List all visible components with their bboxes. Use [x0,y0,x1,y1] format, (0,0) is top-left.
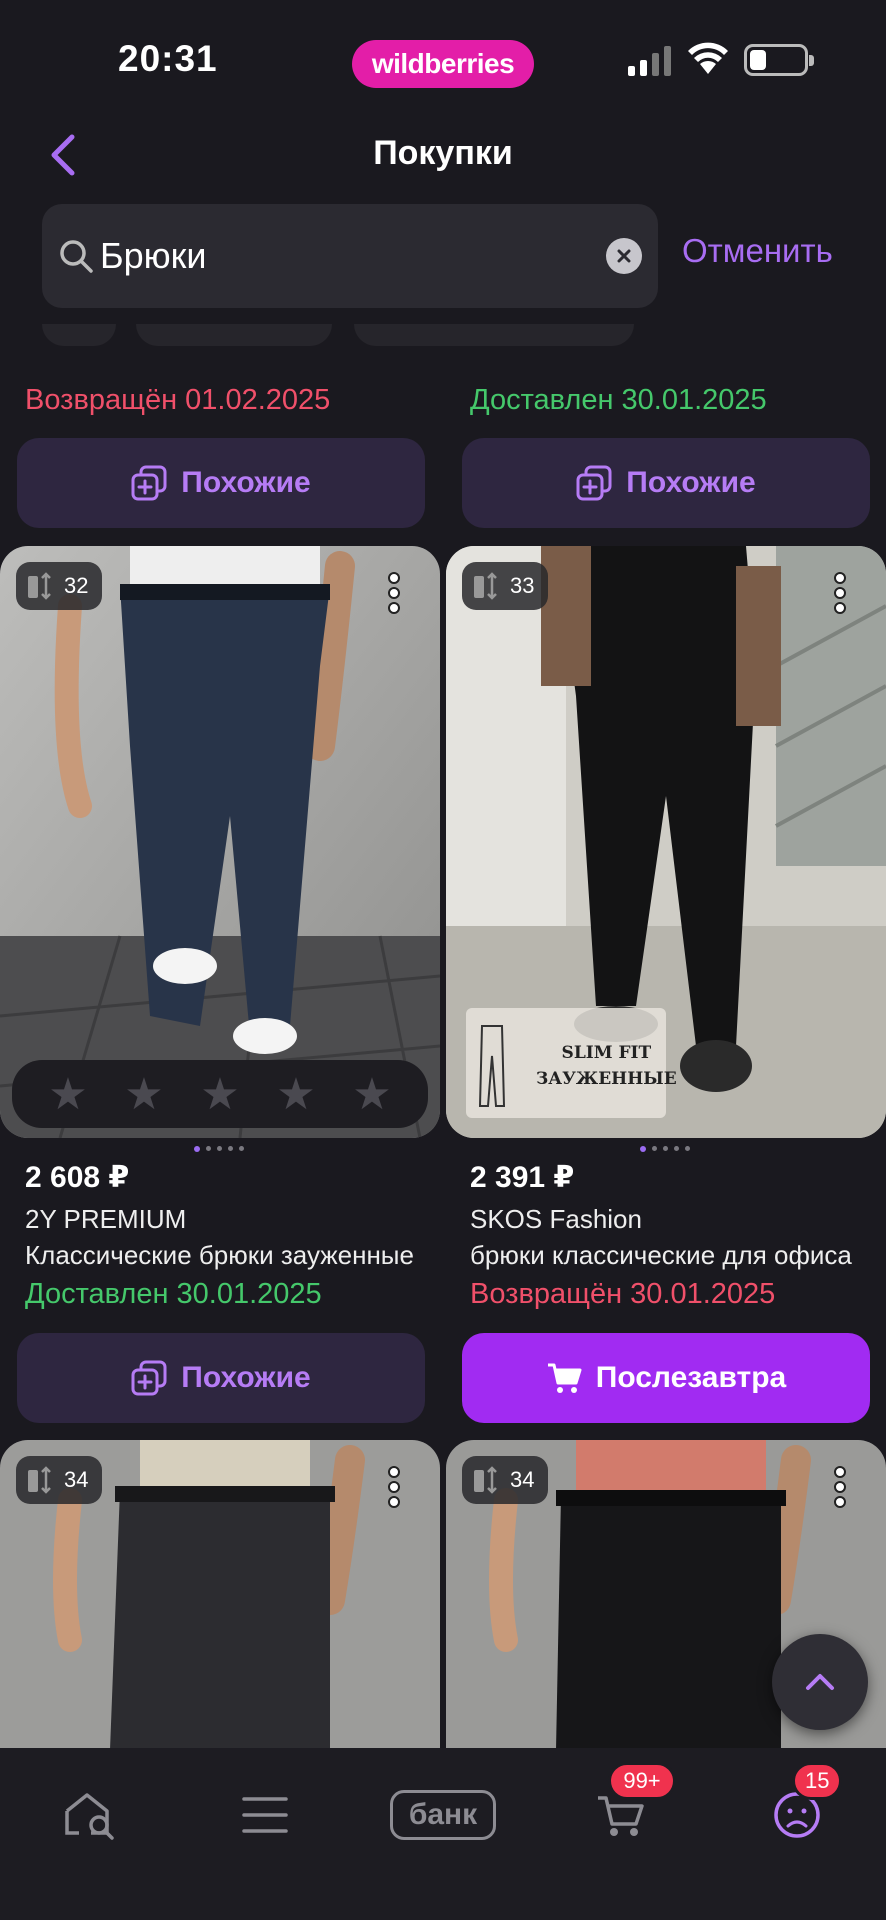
wifi-icon [688,42,728,74]
battery-icon [744,44,814,76]
star-icon[interactable]: ★ [48,1069,87,1120]
size-badge: 34 [16,1456,103,1504]
photo-pager [194,1146,254,1152]
filter-chip[interactable] [42,324,116,346]
size-icon [28,1466,51,1494]
product-price: 2 608 ₽ [25,1161,130,1194]
similar-icon [576,465,612,501]
clear-search-button[interactable] [606,238,642,274]
size-badge: 33 [462,562,549,610]
product-brand: 2Y PREMIUM [25,1204,187,1234]
add-to-cart-button[interactable]: Послезавтра [462,1333,870,1423]
nav-bank[interactable]: банк [388,1770,498,1860]
bottom-navigation: банк 99+ 15 [0,1748,886,1920]
photo-caption: SLIM FIT ЗАУЖЕННЫЕ [536,1043,677,1089]
search-bar[interactable] [42,204,658,308]
star-icon[interactable]: ★ [124,1069,163,1120]
clock: 20:31 [118,38,218,79]
search-input[interactable] [100,228,580,284]
star-icon[interactable]: ★ [200,1069,239,1120]
bank-icon: банк [390,1790,496,1840]
product-card[interactable]: 32 ★ ★ ★ ★ ★ [0,546,440,1138]
filter-chip[interactable] [136,324,332,346]
product-photo[interactable] [0,546,440,1138]
cancel-search-button[interactable]: Отменить [682,232,833,270]
order-status: Доставлен 30.01.2025 [470,384,767,416]
similar-button[interactable]: Похожие [17,438,425,528]
similar-icon [131,465,167,501]
menu-icon [242,1797,288,1833]
cart-count-badge: 99+ [608,1762,676,1800]
similar-button[interactable]: Похожие [17,1333,425,1423]
close-icon [617,249,631,263]
star-icon[interactable]: ★ [276,1069,315,1120]
cart-icon [547,1363,582,1393]
order-status: Возвращён 01.02.2025 [25,384,331,416]
similar-button[interactable]: Похожие [462,438,870,528]
size-icon [474,572,497,600]
more-options-icon[interactable] [388,572,402,622]
more-options-icon[interactable] [834,1466,848,1516]
chevron-up-icon [806,1674,834,1690]
search-icon [60,240,93,273]
rating-stars[interactable]: ★ ★ ★ ★ ★ [12,1060,428,1128]
filter-chip[interactable] [354,324,634,346]
more-options-icon[interactable] [834,572,848,622]
size-badge: 32 [16,562,103,610]
profile-notification-badge: 15 [792,1762,843,1800]
order-status: Возвращён 30.01.2025 [470,1278,776,1310]
scroll-to-top-button[interactable] [772,1634,868,1730]
product-name[interactable]: Классические брюки зауженные [25,1240,425,1271]
product-card[interactable]: SLIM FIT ЗАУЖЕННЫЕ 33 [446,546,886,1138]
page-title: Покупки [373,134,513,172]
product-card[interactable]: 34 [0,1440,440,1750]
brand-logo: wildberries [352,40,534,88]
product-brand: SKOS Fashion [470,1204,642,1234]
product-price: 2 391 ₽ [470,1161,575,1194]
more-options-icon[interactable] [388,1466,402,1516]
home-search-icon [65,1793,114,1840]
photo-pager [640,1146,700,1152]
size-badge: 34 [462,1456,549,1504]
order-status: Доставлен 30.01.2025 [25,1278,322,1310]
size-icon [474,1466,497,1494]
similar-icon [131,1360,167,1396]
nav-catalog[interactable] [220,1770,310,1860]
status-bar: 20:31 wildberries [0,0,886,120]
star-icon[interactable]: ★ [352,1069,391,1120]
product-name[interactable]: брюки классические для офиса [470,1240,870,1271]
nav-home[interactable] [44,1770,134,1860]
size-icon [28,572,51,600]
cellular-signal-icon [628,46,671,76]
